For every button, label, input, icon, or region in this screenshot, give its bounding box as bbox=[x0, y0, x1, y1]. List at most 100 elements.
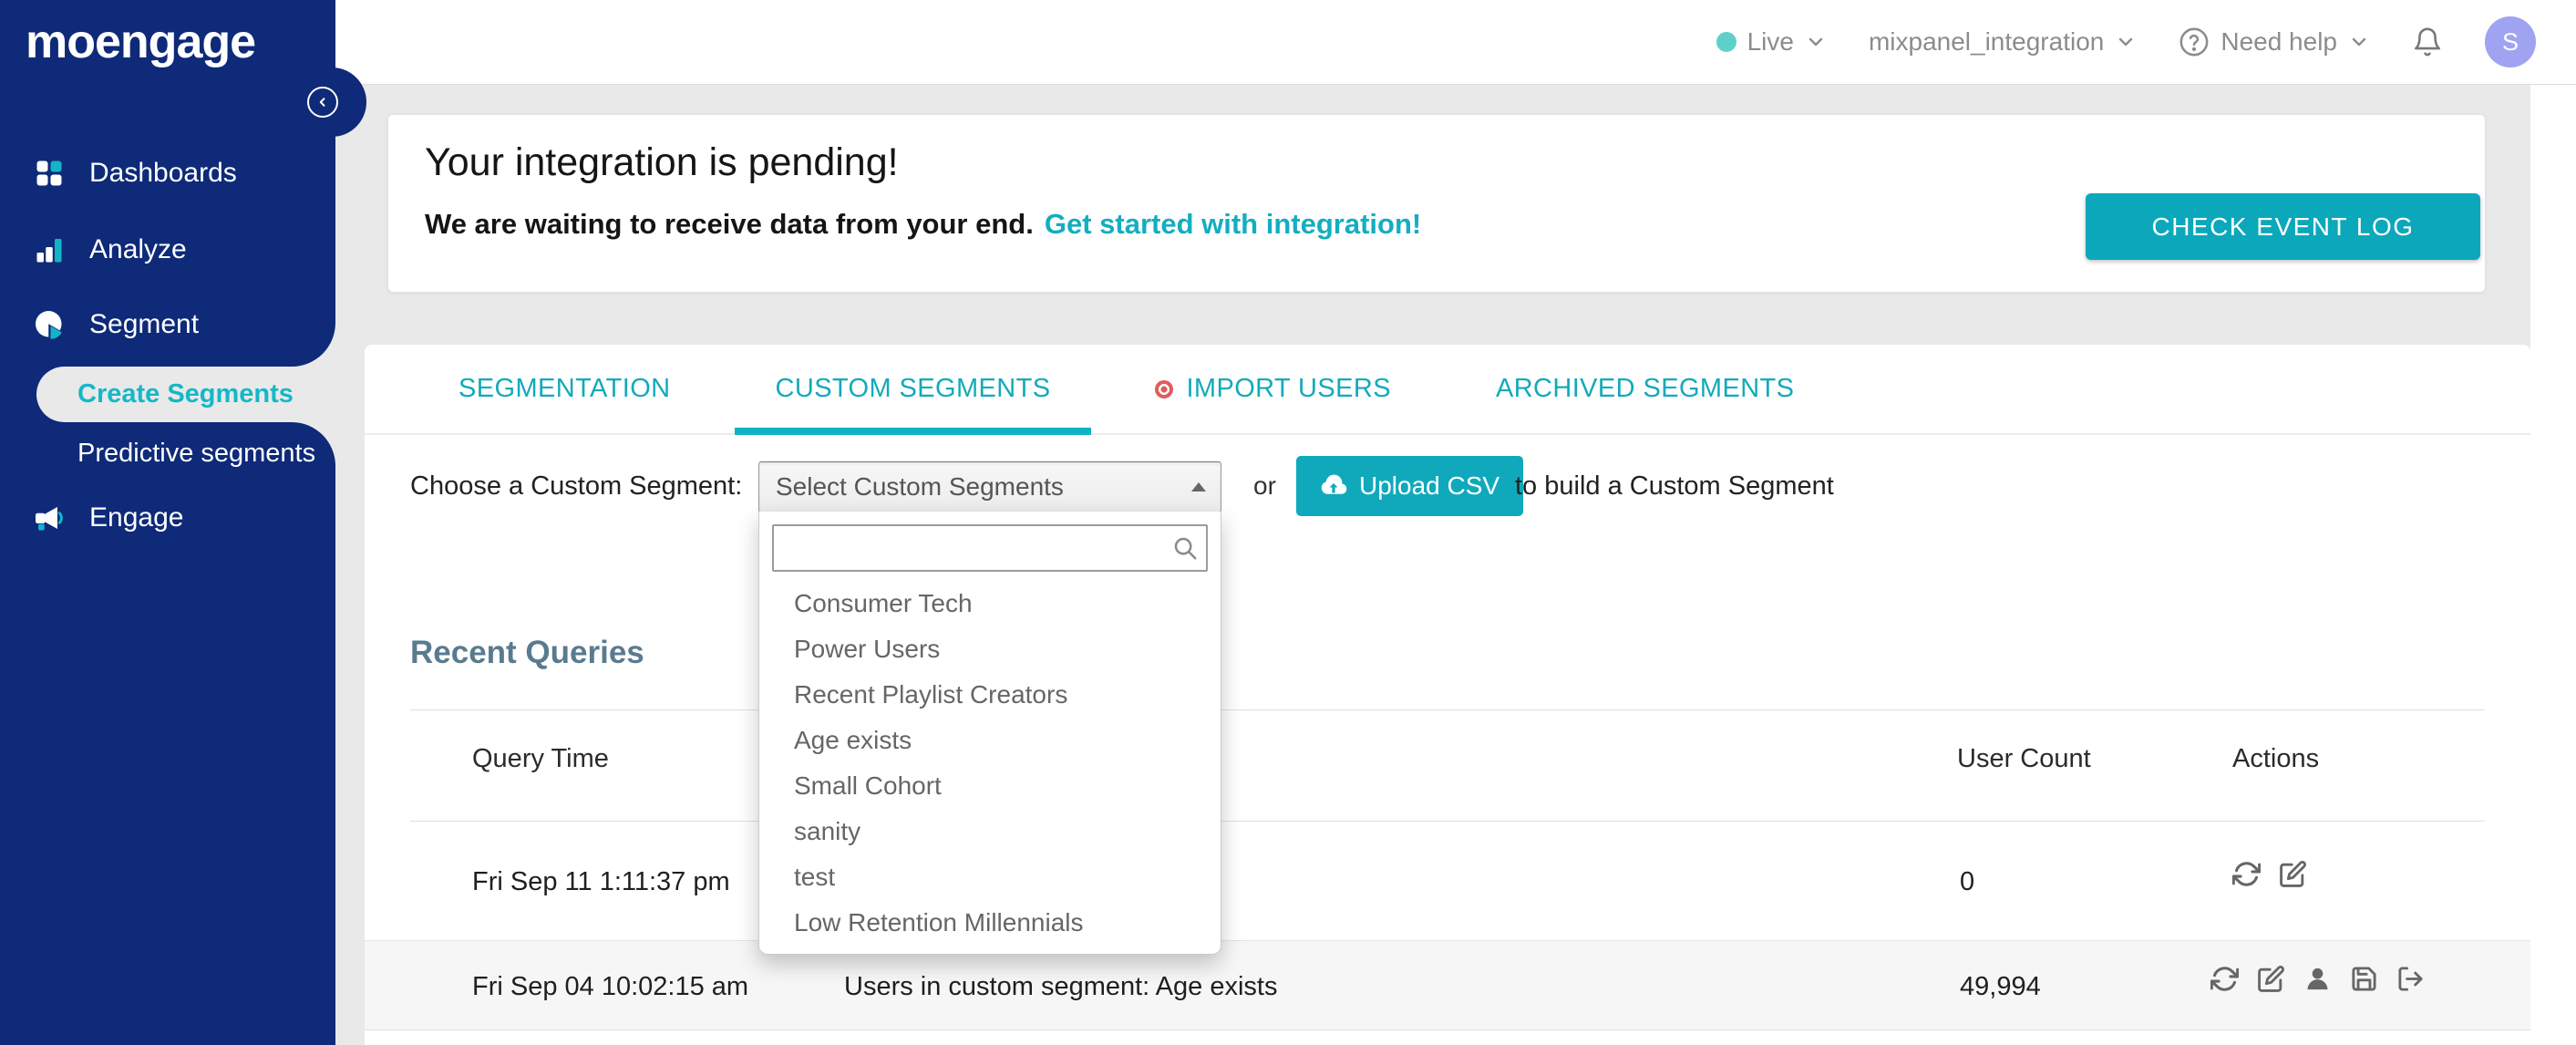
sidebar-item-label: Dashboards bbox=[89, 158, 237, 188]
export-action-button[interactable] bbox=[2396, 965, 2425, 993]
avatar[interactable]: S bbox=[2485, 16, 2536, 67]
view-users-action-button[interactable] bbox=[2303, 965, 2332, 993]
search-icon bbox=[1174, 537, 1197, 560]
query-cell: Users in custom segment: Age exists bbox=[844, 972, 1278, 1001]
dropdown-option[interactable]: Power Users bbox=[759, 626, 1221, 672]
user-count-cell: 49,994 bbox=[1960, 972, 2041, 1001]
tab-label: ARCHIVED SEGMENTS bbox=[1495, 374, 1795, 403]
user-icon bbox=[2307, 967, 2328, 990]
chevron-down-icon bbox=[2119, 37, 2133, 47]
need-help-menu[interactable]: Need help bbox=[2179, 26, 2370, 57]
tab-label: CUSTOM SEGMENTS bbox=[775, 374, 1051, 403]
environment-selector[interactable]: Live bbox=[1716, 27, 1827, 57]
sidebar-item-label: Predictive segments bbox=[77, 438, 316, 468]
tab-segmentation[interactable]: SEGMENTATION bbox=[417, 345, 712, 433]
integration-pending-banner: Your integration is pending! We are wait… bbox=[387, 114, 2486, 293]
triangle-up-icon bbox=[1191, 482, 1206, 491]
environment-label: Live bbox=[1747, 27, 1794, 56]
divider bbox=[410, 709, 2485, 710]
table-row: Fri Sep 04 10:02:15 am Users in custom s… bbox=[365, 941, 2530, 1030]
dropdown-option[interactable]: Consumer Tech bbox=[759, 581, 1221, 626]
custom-segment-select[interactable]: Select Custom Segments bbox=[758, 461, 1221, 512]
refresh-icon bbox=[2232, 862, 2261, 886]
dropdown-search bbox=[772, 524, 1208, 572]
save-action-button[interactable] bbox=[2350, 965, 2378, 993]
banner-message-text: We are waiting to receive data from your… bbox=[425, 208, 1034, 240]
refresh-icon bbox=[2210, 967, 2239, 991]
column-header-actions: Actions bbox=[2232, 744, 2320, 773]
sidebar-item-label: Create Segments bbox=[77, 379, 294, 409]
workspace-selector[interactable]: mixpanel_integration bbox=[1869, 27, 2137, 57]
dropdown-option[interactable]: Small Cohort bbox=[759, 763, 1221, 809]
bell-icon bbox=[2414, 27, 2441, 57]
get-started-link[interactable]: Get started with integration! bbox=[1045, 208, 1421, 241]
tabs-bar: SEGMENTATION CUSTOM SEGMENTS IMPORT USER… bbox=[365, 345, 2530, 435]
tab-import-users[interactable]: IMPORT USERS bbox=[1114, 345, 1432, 433]
notifications-button[interactable] bbox=[2412, 26, 2443, 57]
edit-action-button[interactable] bbox=[2279, 860, 2307, 888]
refresh-action-button[interactable] bbox=[2232, 860, 2261, 888]
sidebar-item-label: Analyze bbox=[89, 234, 187, 264]
segment-search-input[interactable] bbox=[772, 524, 1208, 572]
workspace-label: mixpanel_integration bbox=[1868, 27, 2105, 56]
save-icon bbox=[2352, 967, 2376, 991]
tab-custom-segments[interactable]: CUSTOM SEGMENTS bbox=[734, 345, 1092, 435]
column-header-query-time: Query Time bbox=[472, 744, 609, 773]
row-actions bbox=[2232, 860, 2307, 888]
help-icon bbox=[2179, 27, 2209, 57]
check-event-log-button[interactable]: CHECK EVENT LOG bbox=[2086, 193, 2480, 260]
sidebar-item-create-segments[interactable]: Create Segments bbox=[36, 367, 335, 422]
build-segment-text: to build a Custom Segment bbox=[1515, 471, 1834, 501]
sidebar-item-engage[interactable]: Engage bbox=[0, 491, 335, 545]
sidebar-item-label: Engage bbox=[89, 502, 184, 533]
refresh-action-button[interactable] bbox=[2210, 965, 2239, 993]
sidebar: moengage Dashboards Analyze Segment Crea… bbox=[0, 0, 366, 1045]
sidebar-item-dashboards[interactable]: Dashboards bbox=[0, 146, 335, 201]
upload-csv-button[interactable]: Upload CSV bbox=[1296, 456, 1524, 516]
live-status-dot bbox=[1716, 32, 1736, 52]
analyze-icon bbox=[36, 239, 62, 263]
import-users-badge-icon bbox=[1155, 379, 1174, 398]
engage-icon bbox=[36, 507, 63, 531]
export-icon bbox=[2398, 967, 2423, 991]
table-row: Fri Sep 11 1:11:37 pm 0 bbox=[365, 822, 2530, 941]
dropdown-option[interactable]: sanity bbox=[759, 809, 1221, 854]
segment-icon bbox=[36, 311, 62, 339]
tab-archived-segments[interactable]: ARCHIVED SEGMENTS bbox=[1455, 345, 1835, 433]
query-time-cell: Fri Sep 04 10:02:15 am bbox=[472, 972, 749, 1001]
page-right-gutter bbox=[2530, 85, 2576, 1045]
avatar-initial: S bbox=[2501, 27, 2519, 56]
tab-label: SEGMENTATION bbox=[459, 374, 671, 403]
dropdown-option[interactable]: Low Retention Millennials bbox=[759, 900, 1221, 946]
query-time-cell: Fri Sep 11 1:11:37 pm bbox=[472, 867, 730, 896]
edit-action-button[interactable] bbox=[2257, 965, 2285, 993]
column-header-user-count: User Count bbox=[1957, 744, 2091, 773]
top-bar: Live mixpanel_integration Need help S bbox=[335, 0, 2576, 85]
tab-label: IMPORT USERS bbox=[1186, 374, 1391, 403]
user-count-cell: 0 bbox=[1960, 867, 1975, 896]
chevron-down-icon bbox=[1808, 37, 1823, 47]
upload-cloud-icon bbox=[1321, 474, 1347, 494]
or-text: or bbox=[1253, 471, 1276, 500]
upload-csv-label: Upload CSV bbox=[1359, 471, 1500, 500]
sidebar-item-label: Segment bbox=[89, 309, 200, 339]
moengage-app: Live mixpanel_integration Need help S Yo… bbox=[0, 0, 2576, 1045]
choose-custom-segment-label: Choose a Custom Segment: bbox=[410, 471, 743, 501]
need-help-label: Need help bbox=[2221, 27, 2337, 56]
edit-icon bbox=[2258, 966, 2284, 992]
banner-message: We are waiting to receive data from your… bbox=[425, 208, 1421, 241]
chevron-left-icon bbox=[319, 98, 325, 107]
sidebar-item-analyze[interactable]: Analyze bbox=[0, 222, 335, 277]
dropdown-option[interactable]: Age exists bbox=[759, 718, 1221, 763]
sidebar-item-predictive-segments[interactable]: Predictive segments bbox=[0, 429, 335, 478]
sidebar-curve bbox=[292, 323, 335, 367]
segments-panel: SEGMENTATION CUSTOM SEGMENTS IMPORT USER… bbox=[365, 345, 2530, 1045]
chevron-down-icon bbox=[2352, 37, 2366, 47]
dashboards-icon bbox=[36, 160, 62, 186]
dropdown-option[interactable]: test bbox=[759, 854, 1221, 900]
dropdown-option[interactable]: Recent Playlist Creators bbox=[759, 672, 1221, 718]
moengage-logo: moengage bbox=[26, 16, 256, 68]
collapse-sidebar-button[interactable] bbox=[307, 87, 338, 118]
edit-icon bbox=[2280, 861, 2306, 887]
sidebar-item-segment[interactable]: Segment bbox=[0, 297, 335, 352]
